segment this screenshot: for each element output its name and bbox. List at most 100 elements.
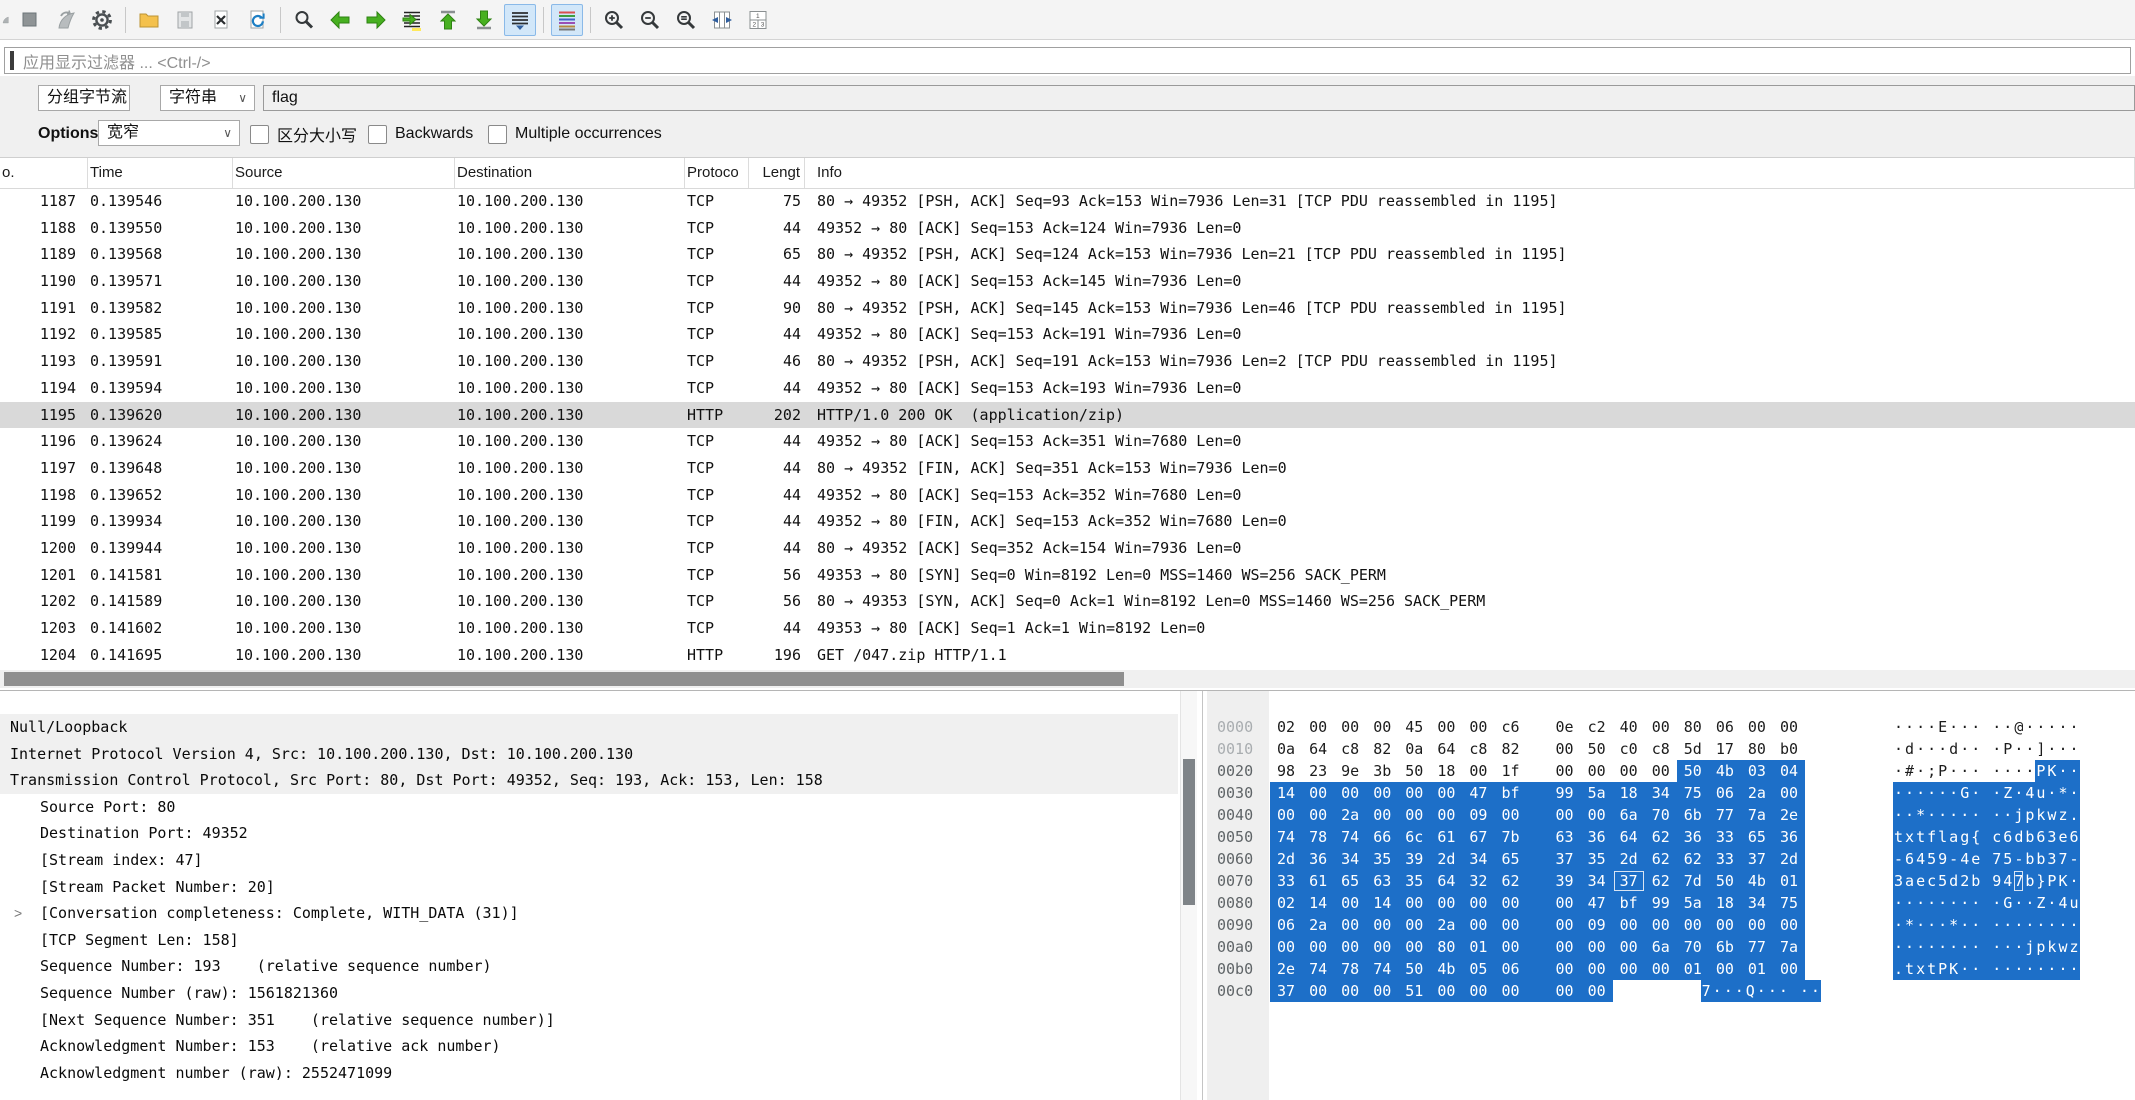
hex-byte[interactable]: 3b — [1366, 760, 1398, 782]
ascii-char[interactable]: { — [1970, 826, 1982, 848]
ascii-char[interactable]: 7 — [2057, 848, 2069, 870]
hex-byte[interactable]: 6c — [1398, 826, 1431, 848]
hex-byte[interactable]: 62 — [1644, 826, 1677, 848]
hex-byte[interactable]: 00 — [1741, 716, 1773, 738]
hex-byte[interactable]: 64 — [1430, 738, 1462, 760]
hex-byte[interactable]: 00 — [1494, 980, 1527, 1002]
hex-byte[interactable]: 78 — [1334, 958, 1367, 980]
ascii-char[interactable]: 6 — [1904, 848, 1916, 870]
ascii-char[interactable]: Z — [2002, 782, 2014, 804]
hex-byte[interactable]: 00 — [1526, 980, 1581, 1002]
hex-byte[interactable]: 61 — [1302, 870, 1335, 892]
ascii-char[interactable]: c — [1926, 870, 1938, 892]
hex-byte[interactable]: 5d — [1677, 738, 1709, 760]
detail-line-9[interactable]: Sequence Number: 193 (relative sequence … — [0, 953, 1178, 980]
hex-byte[interactable]: 00 — [1366, 914, 1399, 936]
ascii-char[interactable]: @ — [2013, 716, 2024, 738]
ascii-char[interactable]: · — [1981, 914, 2003, 936]
ascii-char[interactable]: · — [2057, 760, 2069, 782]
packet-row-1194[interactable]: 1194 0.139594 10.100.200.130 10.100.200.130… — [0, 375, 2135, 402]
ascii-char[interactable]: · — [1981, 738, 2002, 760]
hex-byte[interactable]: 51 — [1398, 980, 1431, 1002]
ascii-char[interactable]: · — [1981, 782, 2003, 804]
hex-byte[interactable]: 01 — [1462, 936, 1495, 958]
ascii-char[interactable]: · — [2024, 914, 2036, 936]
ascii-char[interactable]: · — [1893, 936, 1905, 958]
hex-byte[interactable]: 35 — [1366, 848, 1399, 870]
ascii-char[interactable]: · — [1777, 980, 1789, 1002]
ascii-char[interactable]: * — [1915, 804, 1927, 826]
detail-line-11[interactable]: [Next Sequence Number: 351 (relative seq… — [0, 1007, 1178, 1034]
column-header-source[interactable]: Source — [233, 158, 455, 188]
ascii-char[interactable]: · — [1970, 892, 1982, 914]
ascii-char[interactable]: t — [1893, 826, 1905, 848]
ascii-char[interactable]: 6 — [2068, 826, 2080, 848]
display-filter-input[interactable]: 应用显示过滤器 ... <Ctrl-/> — [4, 47, 2131, 74]
ascii-char[interactable]: d — [1904, 738, 1915, 760]
hex-row-0000[interactable]: 0000 02 00 00 00 45 00 00 c6 0e c2 40 00 80 06 00 00 · · · ·… — [1207, 716, 2080, 738]
hex-byte[interactable]: 32 — [1462, 870, 1495, 892]
hex-byte[interactable]: c2 — [1581, 716, 1613, 738]
hex-byte[interactable]: 02 — [1270, 892, 1303, 914]
hex-byte[interactable]: 98 — [1270, 760, 1302, 782]
hex-byte[interactable]: 62 — [1644, 848, 1677, 870]
ascii-char[interactable]: · — [1915, 914, 1927, 936]
hex-byte[interactable]: 00 — [1708, 914, 1741, 936]
packet-row-1193[interactable]: 1193 0.139591 10.100.200.130 10.100.200.130… — [0, 348, 2135, 375]
hex-byte[interactable]: 0a — [1270, 738, 1302, 760]
ascii-char[interactable]: d — [1948, 870, 1960, 892]
hex-byte[interactable]: 78 — [1302, 826, 1335, 848]
hex-byte[interactable]: 80 — [1741, 738, 1773, 760]
ascii-char[interactable]: K — [2046, 760, 2058, 782]
hex-byte[interactable]: 00 — [1302, 716, 1334, 738]
ascii-char[interactable]: · — [1959, 936, 1971, 958]
ascii-char[interactable]: b — [2024, 870, 2036, 892]
packet-row-1197[interactable]: 1197 0.139648 10.100.200.130 10.100.200.130… — [0, 455, 2135, 482]
packet-row-1195[interactable]: 1195 0.139620 10.100.200.130 10.100.200.130… — [0, 401, 2135, 429]
hex-byte[interactable]: 00 — [1270, 804, 1303, 826]
hex-byte[interactable]: 00 — [1494, 936, 1527, 958]
hex-byte[interactable]: 00 — [1494, 804, 1527, 826]
hex-byte[interactable]: 00 — [1398, 804, 1431, 826]
hex-byte[interactable]: bf — [1494, 782, 1527, 804]
expand-chevron-icon[interactable]: > — [14, 900, 22, 927]
ascii-char[interactable]: · — [2046, 892, 2058, 914]
ascii-char[interactable]: · — [2013, 892, 2025, 914]
ascii-char[interactable]: · — [1904, 936, 1916, 958]
packet-row-1201[interactable]: 1201 0.141581 10.100.200.130 10.100.200.130… — [0, 562, 2135, 589]
hex-byte[interactable]: 64 — [1302, 738, 1334, 760]
ascii-char[interactable]: · — [2013, 782, 2025, 804]
ascii-char[interactable]: K — [1948, 958, 1960, 980]
ascii-char[interactable]: · — [2013, 914, 2025, 936]
hex-byte[interactable]: 00 — [1527, 738, 1581, 760]
ascii-char[interactable]: · — [1981, 760, 2002, 782]
detail-line-4[interactable]: Destination Port: 49352 — [0, 820, 1178, 847]
packet-row-1192[interactable]: 1192 0.139585 10.100.200.130 10.100.200.130… — [0, 321, 2135, 348]
hex-byte[interactable]: 2a — [1740, 782, 1773, 804]
search-type-dropdown[interactable]: 字符串 ∨ — [160, 85, 255, 111]
hex-byte[interactable]: 2d — [1772, 848, 1805, 870]
ascii-char[interactable]: · — [2013, 958, 2025, 980]
ascii-char[interactable]: · — [1926, 782, 1938, 804]
hex-byte[interactable]: 01 — [1740, 958, 1773, 980]
hex-byte[interactable]: 00 — [1302, 980, 1335, 1002]
hex-byte[interactable]: 37 — [1740, 848, 1773, 870]
ascii-char[interactable]: Q — [1744, 980, 1756, 1002]
ascii-char[interactable]: · — [1959, 738, 1970, 760]
hex-row-0020[interactable]: 0020 98 23 9e 3b 50 18 00 1f 00 00 00 00 50 4b 03 04 · # ·;… — [1207, 760, 2080, 782]
ascii-char[interactable]: z — [2068, 936, 2080, 958]
ascii-char[interactable]: · — [2068, 716, 2079, 738]
ascii-char[interactable]: · — [1733, 980, 1745, 1002]
hex-byte[interactable]: 00 — [1526, 804, 1581, 826]
column-header-protocol[interactable]: Protoco — [685, 158, 749, 188]
ascii-char[interactable]: ; — [1926, 760, 1937, 782]
ascii-char[interactable]: · — [1926, 936, 1938, 958]
save-file-icon[interactable] — [169, 4, 201, 36]
ascii-char[interactable]: · — [1970, 738, 1981, 760]
zoom-reset-icon[interactable] — [670, 4, 702, 36]
hex-byte[interactable]: 66 — [1366, 826, 1399, 848]
ascii-char[interactable]: 3 — [1893, 870, 1905, 892]
ascii-char[interactable]: P — [2002, 738, 2013, 760]
hex-byte[interactable]: 70 — [1676, 936, 1709, 958]
hex-byte[interactable]: 2d — [1430, 848, 1463, 870]
